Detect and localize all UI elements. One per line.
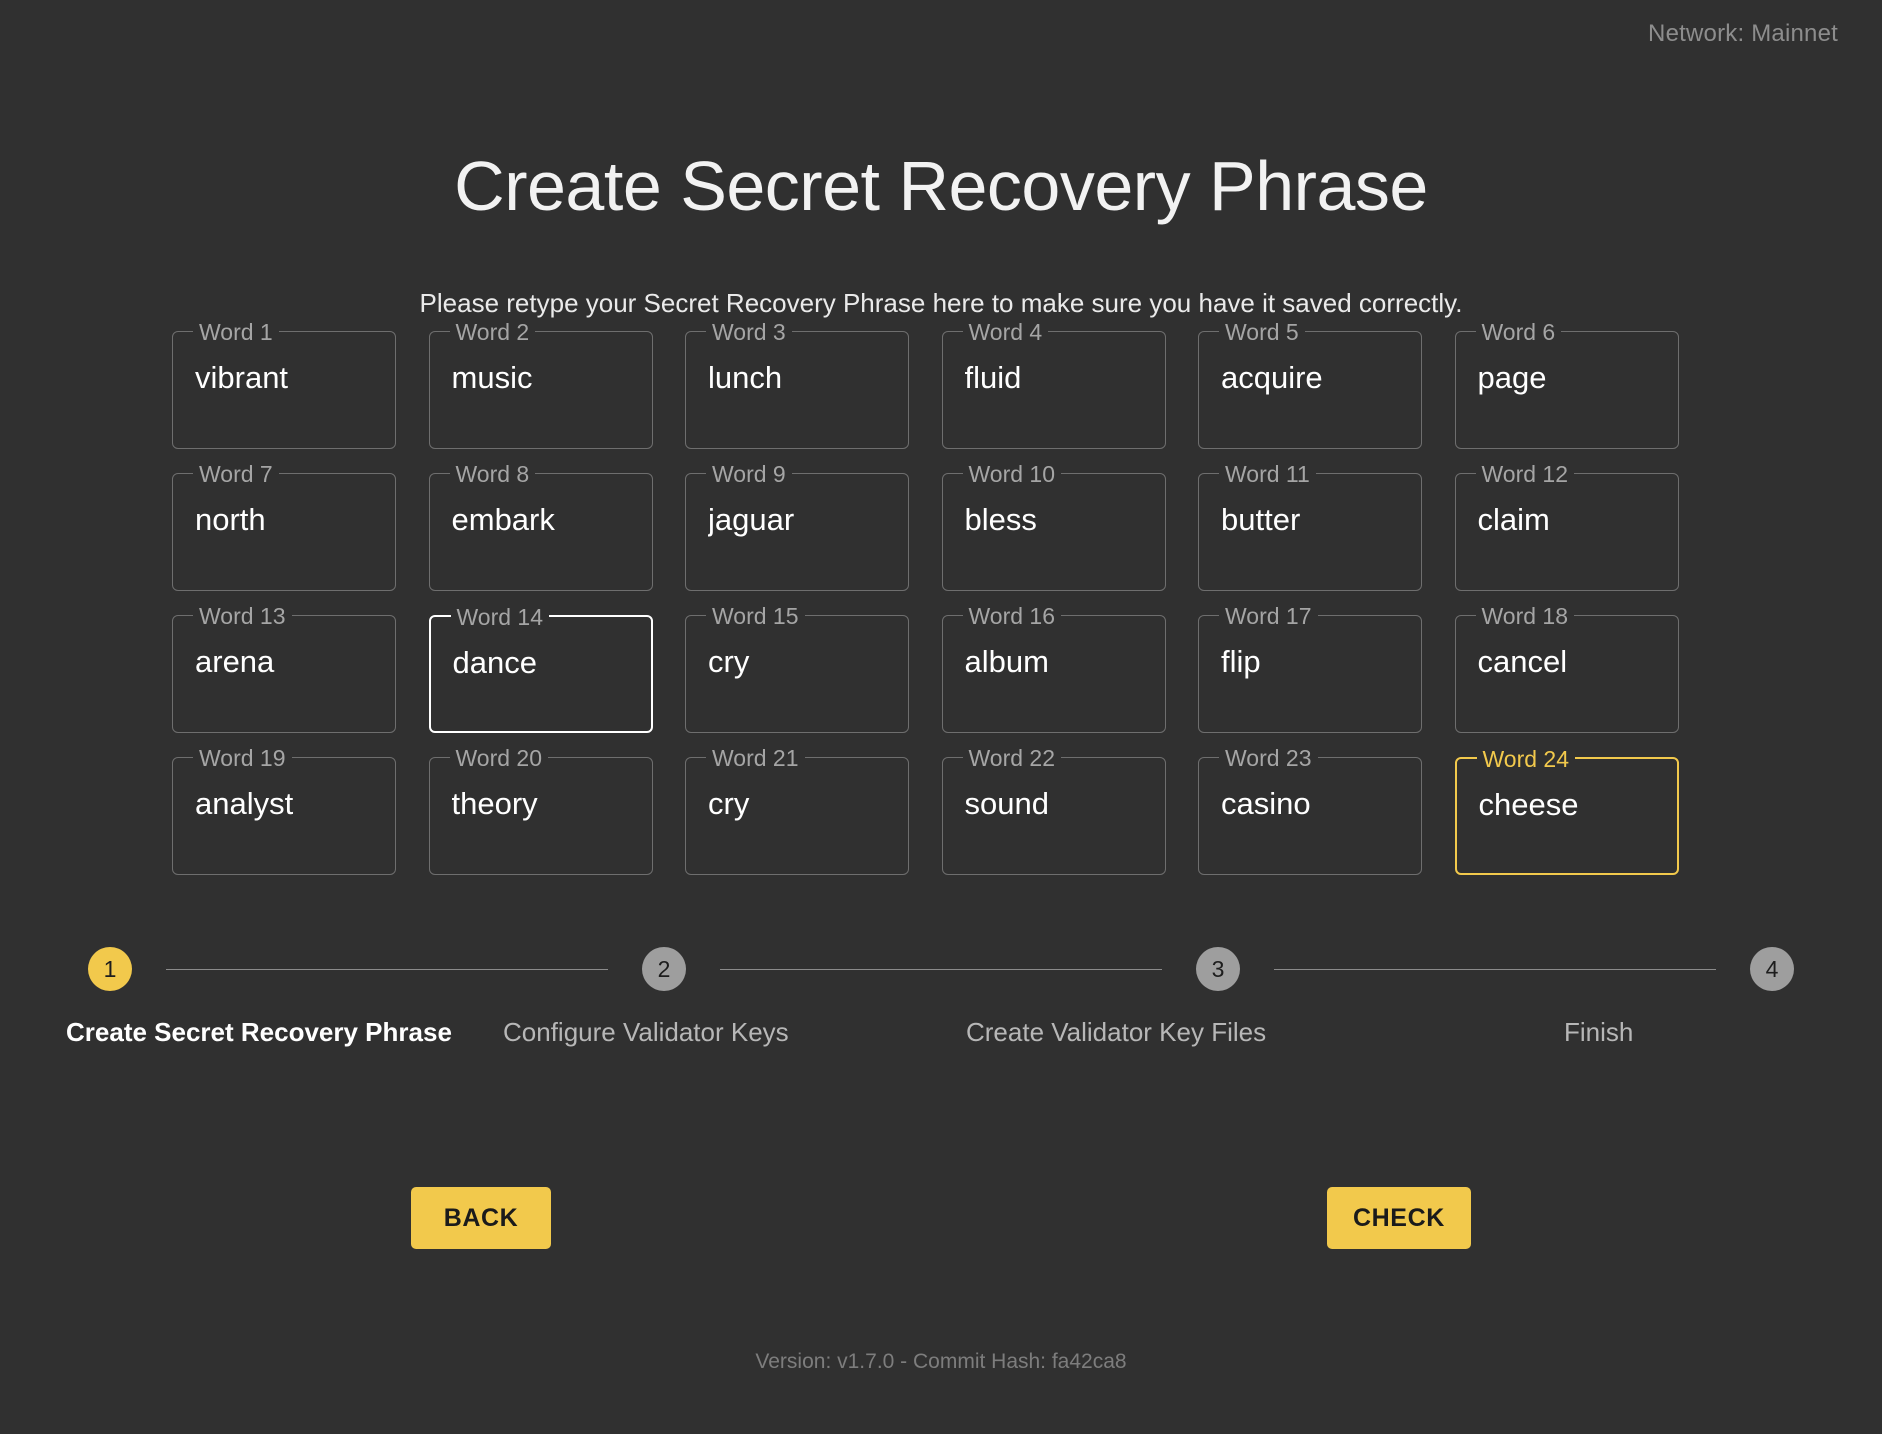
word-field-17[interactable]: Word 17 flip [1198,602,1422,733]
word-field-label-12: Word 12 [1475,460,1575,488]
stepper-step-2[interactable]: 2 [642,947,686,991]
word-field-19[interactable]: Word 19 analyst [172,744,396,875]
word-field-6[interactable]: Word 6 page [1454,318,1679,449]
word-field-value-23: casino [1221,786,1311,821]
word-field-value-24: cheese [1478,787,1579,822]
word-field-label-2: Word 2 [449,318,536,346]
stepper-step-3[interactable]: 3 [1196,947,1240,991]
word-field-label-17: Word 17 [1219,602,1318,630]
word-field-8[interactable]: Word 8 embark [428,460,653,591]
word-field-label-9: Word 9 [706,460,792,488]
page-title: Create Secret Recovery Phrase [454,146,1428,225]
check-button[interactable]: CHECK [1327,1187,1471,1249]
action-bar: BACK CHECK [0,1187,1882,1257]
word-field-label-23: Word 23 [1219,744,1318,772]
word-field-value-18: cancel [1477,644,1568,679]
recovery-phrase-grid: Word 1 vibrant Word 2 music Word 3 lunch Word … [172,318,1700,875]
word-field-label-1: Word 1 [193,318,279,346]
word-field-value-20: theory [451,786,538,821]
app-root: Network: Mainnet Create Secret Recovery … [0,0,1882,1434]
word-field-value-12: claim [1477,502,1550,537]
word-field-5[interactable]: Word 5 acquire [1198,318,1422,449]
word-field-11[interactable]: Word 11 butter [1198,460,1422,591]
word-field-label-14: Word 14 [450,603,550,631]
word-field-10[interactable]: Word 10 bless [941,460,1166,591]
stepper-circle-3: 3 [1196,947,1240,991]
word-field-value-2: music [451,360,533,395]
word-field-label-21: Word 21 [706,744,805,772]
word-field-2[interactable]: Word 2 music [428,318,653,449]
stepper-label-3: Create Validator Key Files [966,1017,1267,1047]
stepper-connector-1 [166,968,608,970]
network-indicator: Network: Mainnet [1648,20,1838,47]
version-footer: Version: v1.7.0 - Commit Hash: fa42ca8 [755,1350,1127,1373]
word-field-label-22: Word 22 [962,744,1062,772]
word-field-value-4: fluid [964,360,1022,395]
word-field-label-3: Word 3 [706,318,792,346]
word-field-value-22: sound [964,786,1049,821]
stepper-circle-2: 2 [642,947,686,991]
word-field-20[interactable]: Word 20 theory [428,744,653,875]
word-field-14[interactable]: Word 14 dance [428,603,653,733]
word-field-label-18: Word 18 [1475,602,1575,630]
word-field-label-8: Word 8 [449,460,536,488]
word-field-value-7: north [195,502,266,537]
wizard-stepper: 1 2 3 4 Create Secret Recovery Phrase Config… [66,945,1794,1075]
word-field-value-19: analyst [195,786,294,821]
stepper-step-4[interactable]: 4 [1750,947,1794,991]
word-field-label-15: Word 15 [706,602,805,630]
word-field-value-6: page [1477,360,1547,395]
word-field-value-10: bless [964,502,1037,537]
word-field-12[interactable]: Word 12 claim [1454,460,1679,591]
stepper-label-2: Configure Validator Keys [503,1017,789,1047]
stepper-step-1[interactable]: 1 [88,947,132,991]
word-field-18[interactable]: Word 18 cancel [1454,602,1679,733]
word-field-label-10: Word 10 [962,460,1062,488]
word-field-24[interactable]: Word 24 cheese [1454,745,1679,875]
back-button[interactable]: BACK [411,1187,551,1249]
word-field-23[interactable]: Word 23 casino [1198,744,1422,875]
word-field-label-11: Word 11 [1219,460,1316,488]
word-field-label-13: Word 13 [193,602,292,630]
word-field-3[interactable]: Word 3 lunch [685,318,909,449]
word-field-label-5: Word 5 [1219,318,1305,346]
word-field-15[interactable]: Word 15 cry [685,602,909,733]
word-field-9[interactable]: Word 9 jaguar [685,460,909,591]
word-field-4[interactable]: Word 4 fluid [941,318,1166,449]
word-field-value-9: jaguar [708,502,795,537]
word-field-22[interactable]: Word 22 sound [941,744,1166,875]
word-field-label-7: Word 7 [193,460,279,488]
stepper-track: 1 2 3 4 [88,945,1794,993]
word-field-value-11: butter [1221,502,1301,537]
stepper-circle-1: 1 [88,947,132,991]
page-subtitle: Please retype your Secret Recovery Phras… [419,288,1463,318]
word-field-13[interactable]: Word 13 arena [172,602,396,733]
word-field-value-8: embark [451,502,555,537]
word-field-value-13: arena [195,644,275,679]
word-field-16[interactable]: Word 16 album [941,602,1166,733]
word-field-value-15: cry [708,644,750,679]
word-field-label-19: Word 19 [193,744,292,772]
word-field-7[interactable]: Word 7 north [172,460,396,591]
word-field-label-20: Word 20 [449,744,549,772]
word-field-value-3: lunch [708,360,783,395]
stepper-label-4: Finish [1564,1017,1634,1047]
word-field-label-6: Word 6 [1475,318,1562,346]
word-field-value-21: cry [708,786,750,821]
word-field-value-16: album [964,644,1049,679]
word-field-value-5: acquire [1221,360,1323,395]
stepper-label-1: Create Secret Recovery Phrase [66,1017,452,1047]
stepper-circle-4: 4 [1750,947,1794,991]
word-field-label-16: Word 16 [962,602,1062,630]
word-field-value-14: dance [452,645,537,680]
word-field-21[interactable]: Word 21 cry [685,744,909,875]
word-field-label-24: Word 24 [1476,745,1576,773]
word-field-1[interactable]: Word 1 vibrant [172,318,396,449]
stepper-connector-3 [1274,968,1716,970]
word-field-value-1: vibrant [195,360,289,395]
word-field-value-17: flip [1221,644,1261,679]
word-field-label-4: Word 4 [962,318,1049,346]
stepper-connector-2 [720,968,1162,970]
